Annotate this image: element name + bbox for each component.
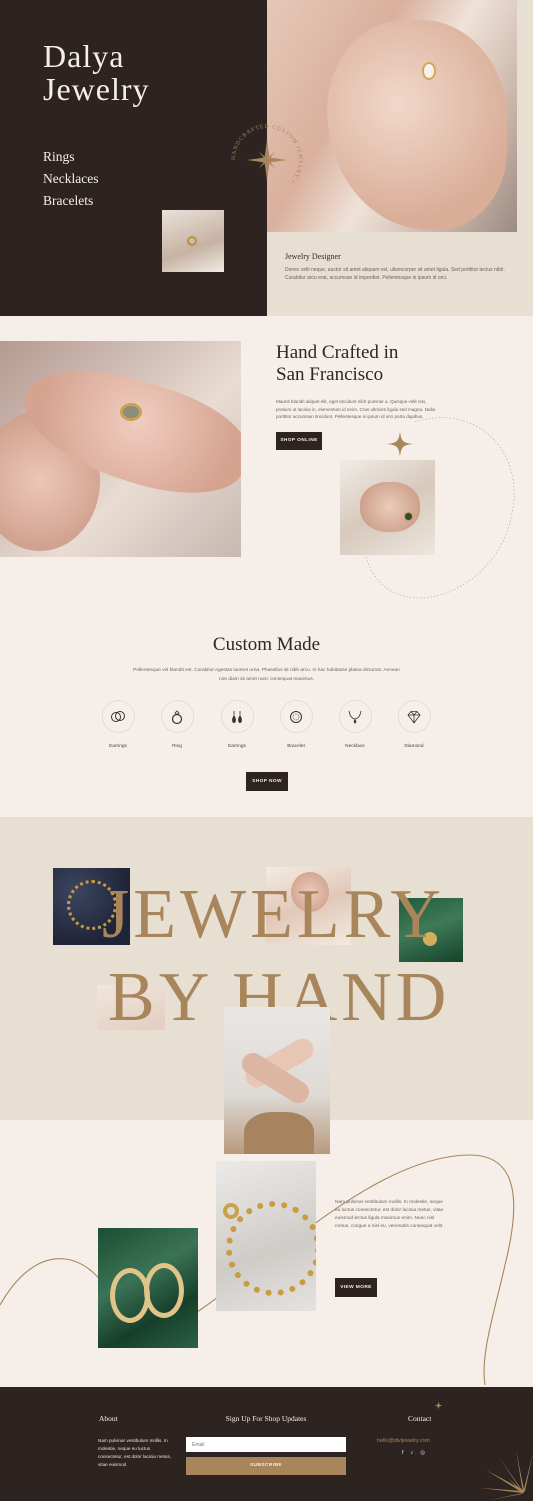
nav-item-bracelets[interactable]: Bracelets [43, 190, 98, 212]
subscribe-button[interactable]: SUBSCRIBE [186, 1457, 346, 1475]
bracelet-icon [279, 700, 313, 733]
brand-line-1: Dalya [43, 38, 125, 74]
footer-about-title: About [99, 1414, 118, 1423]
designer-text: Donec velit neque, auctor sit amet aliqu… [285, 267, 505, 281]
gold-chain-photo [216, 1161, 316, 1311]
category-diamond[interactable]: Diamond [389, 700, 439, 749]
hands-small-photo [340, 460, 435, 555]
category-label: Diamond [404, 744, 424, 749]
category-earrings[interactable]: Earrings [93, 700, 143, 749]
facebook-icon[interactable]: f [402, 1450, 404, 1456]
instagram-icon[interactable]: ◎ [420, 1450, 425, 1456]
social-links: f ♪ ◎ [402, 1450, 425, 1456]
footer-about-text: Nam pulvinar vestibulum mollis. In moles… [98, 1438, 172, 1467]
category-label: Earrings [109, 744, 127, 749]
category-drop-earrings[interactable]: Earrings [212, 700, 262, 749]
handcrafted-badge: HANDCRAFTED CUSTOM JEWELRY • [231, 124, 302, 184]
footer-sunburst-icon [480, 1450, 533, 1500]
shop-now-button[interactable]: SHOP NOW [246, 772, 288, 791]
footer-contact-title: Contact [408, 1414, 432, 1423]
category-bracelet[interactable]: Bracelet [271, 700, 321, 749]
custom-made-title: Custom Made [212, 634, 321, 655]
custom-made-text: Pellentesque vel blandit est. Curabitur … [133, 668, 400, 682]
category-label: Earrings [228, 744, 246, 749]
brand-logo[interactable]: Dalya Jewelry [43, 40, 150, 106]
nav-item-rings[interactable]: Rings [43, 146, 98, 168]
handcrafted-title-line-1: Hand Crafted in [276, 342, 399, 363]
hero-nav: Rings Necklaces Bracelets [43, 146, 98, 212]
ring-icon [160, 700, 194, 733]
footer-signup-title: Sign Up For Shop Updates [225, 1414, 307, 1423]
contact-email-link[interactable]: hello@divijewelry.com [377, 1438, 430, 1444]
category-ring[interactable]: Ring [152, 700, 202, 749]
necklace-icon [338, 700, 372, 733]
brand-line-2: Jewelry [43, 71, 150, 107]
email-field[interactable] [186, 1437, 346, 1452]
category-label: Bracelet [287, 744, 305, 749]
shop-online-button[interactable]: SHOP ONLINE [276, 432, 322, 450]
earrings-rings-icon [101, 700, 135, 733]
hoop-earrings-photo [98, 1228, 198, 1348]
footer-sparkle-icon [434, 1401, 443, 1410]
drop-earrings-icon [220, 700, 254, 733]
raised-arms-photo [224, 1007, 330, 1154]
category-necklace[interactable]: Necklace [330, 700, 380, 749]
nav-item-necklaces[interactable]: Necklaces [43, 168, 98, 190]
diamond-icon [397, 700, 431, 733]
tiktok-icon[interactable]: ♪ [411, 1450, 414, 1456]
gallery-text: Nam pulvinar vestibulum mollis. In moles… [335, 1200, 444, 1229]
hands-ring-photo [0, 341, 241, 557]
hero-small-photo [162, 210, 224, 272]
handcrafted-title: Hand Crafted in San Francisco [276, 342, 398, 386]
category-label: Necklace [345, 744, 365, 749]
category-label: Ring [172, 744, 182, 749]
big-heading-line-1: JEWELRY [102, 876, 445, 953]
designer-title: Jewelry Designer [285, 252, 341, 261]
view-more-button[interactable]: VIEW MORE [335, 1278, 377, 1297]
handcrafted-title-line-2: San Francisco [276, 364, 384, 385]
